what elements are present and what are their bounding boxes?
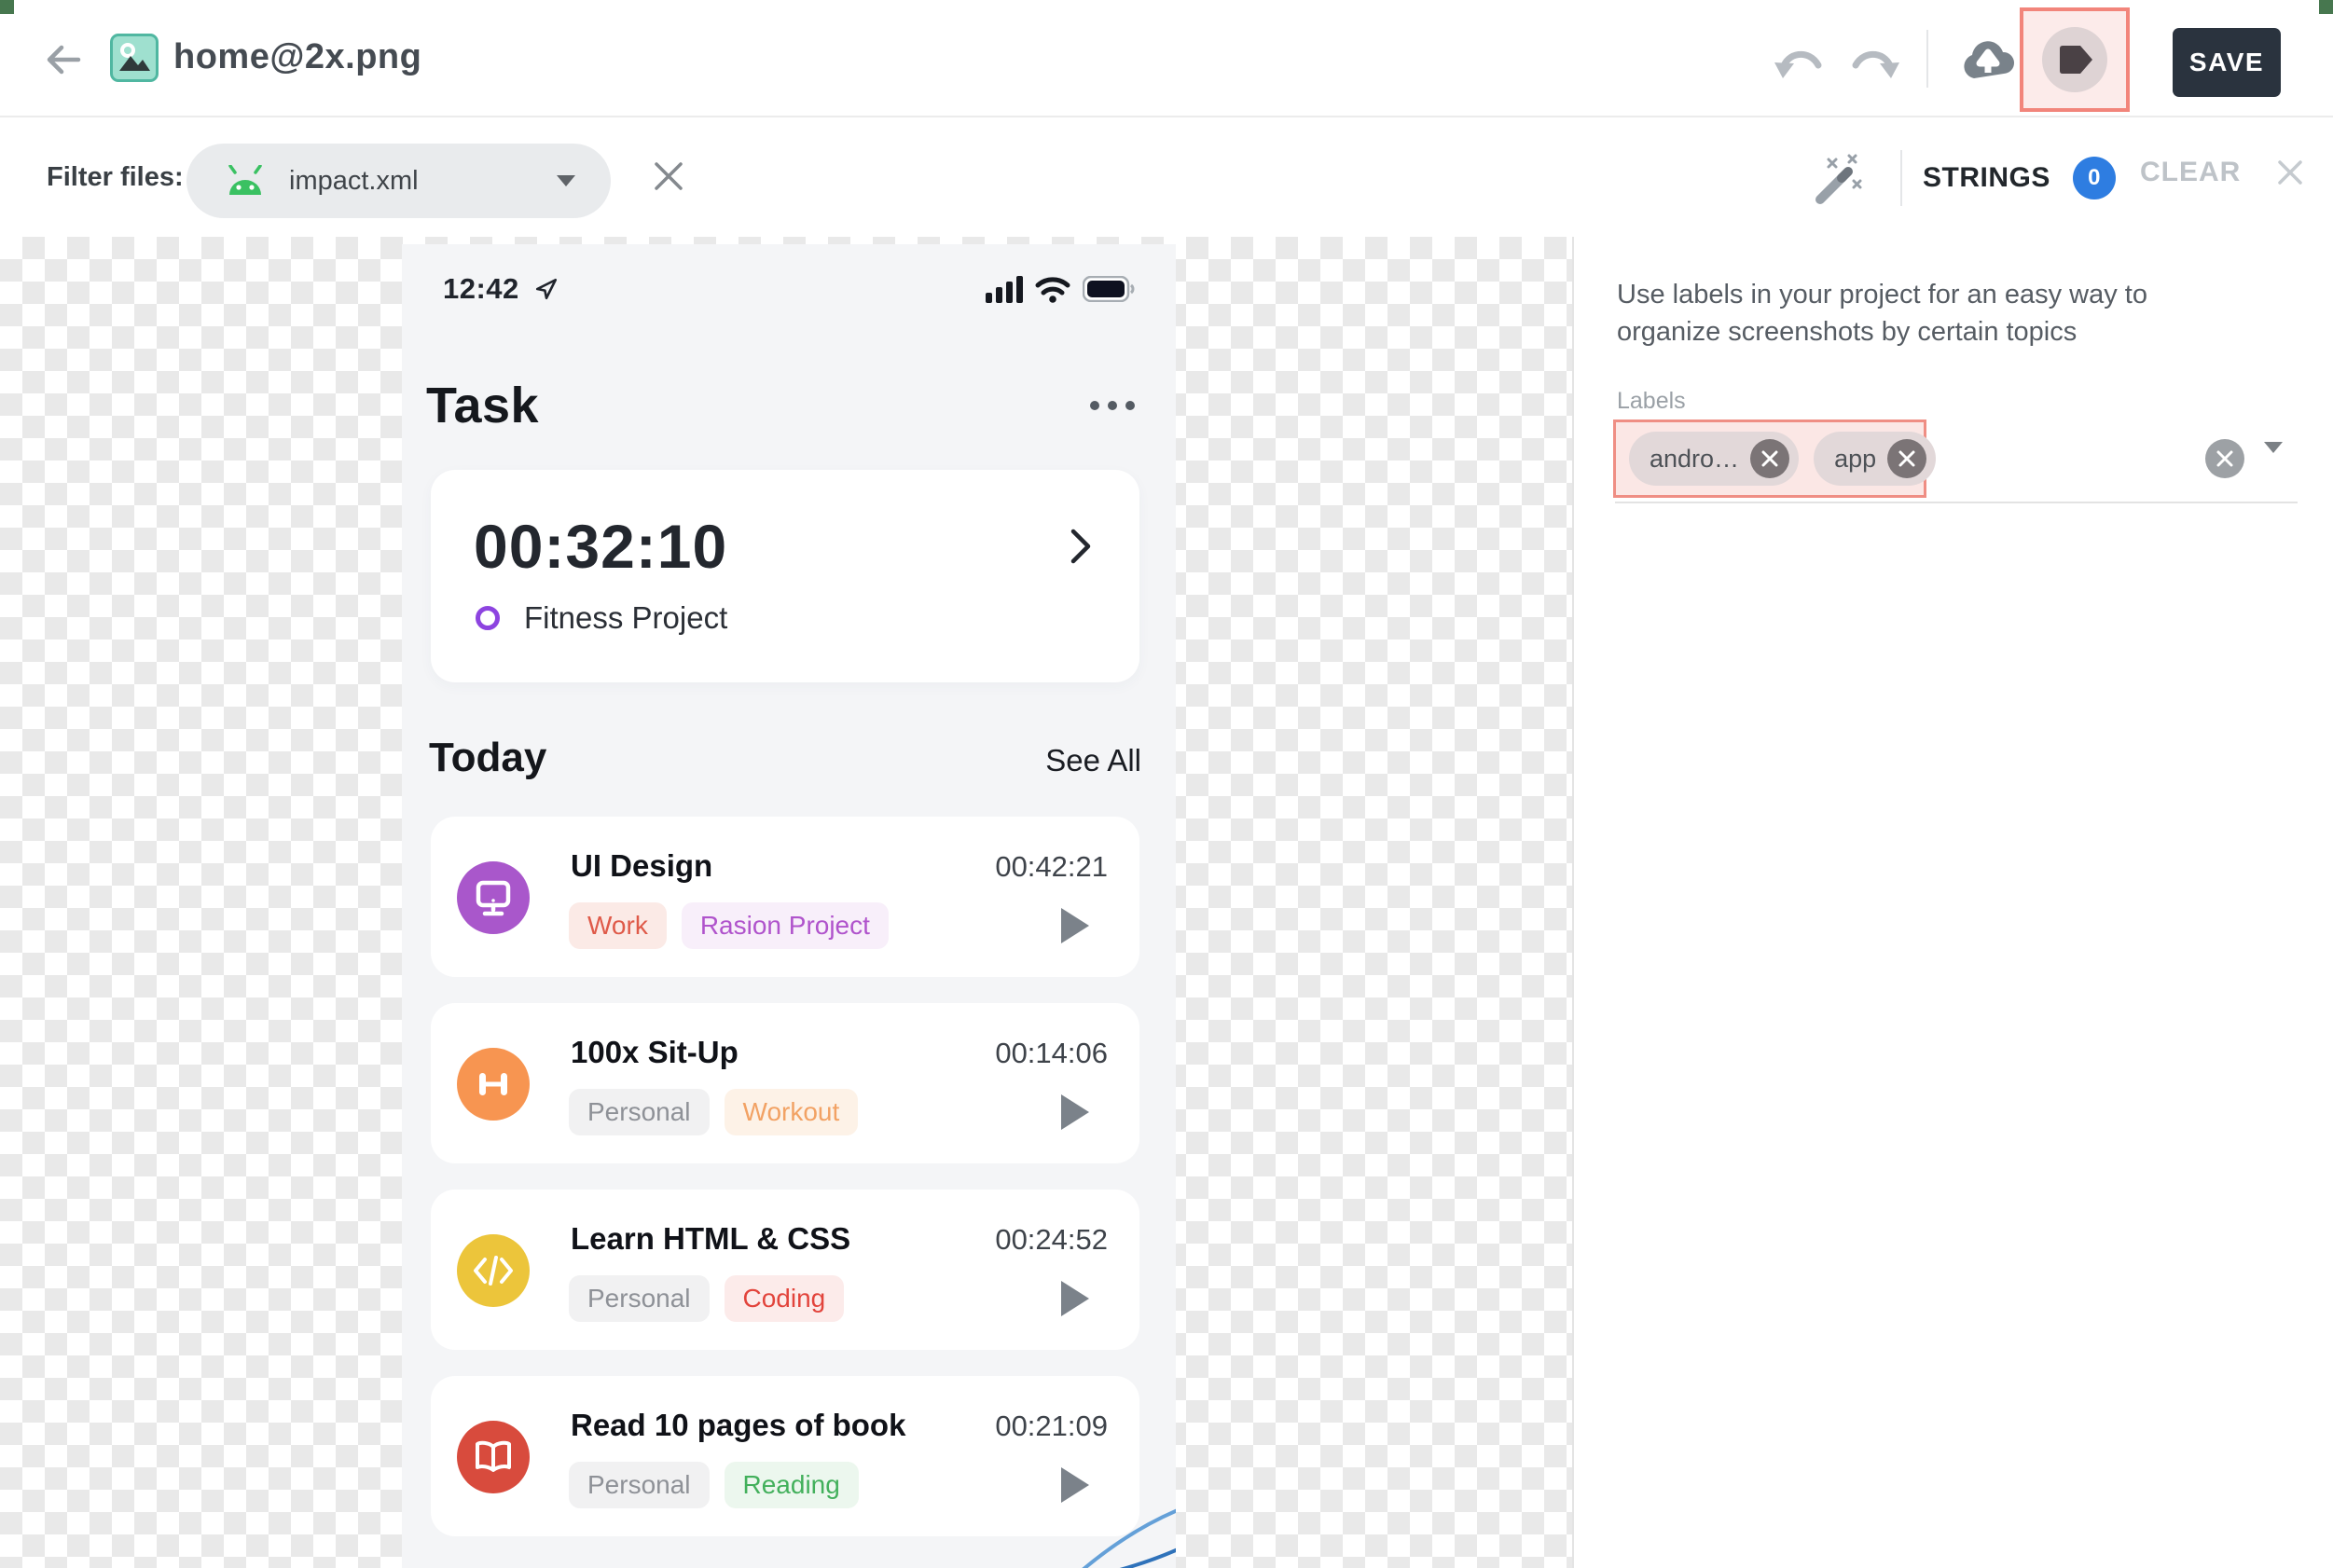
chevron-down-icon [557,175,575,186]
labels-input-underline [1615,502,2298,503]
label-chip-text: andro… [1650,445,1739,474]
editor-canvas[interactable]: 12:42 [0,237,1572,1568]
screen-corner-artifact [0,0,14,14]
play-button [1059,1093,1091,1136]
save-button[interactable]: SAVE [2173,28,2281,97]
today-heading: Today [429,735,546,781]
chevron-down-icon [2264,442,2283,469]
task-title: UI Design [571,848,712,884]
task-time: 00:21:09 [995,1410,1108,1443]
top-bar: home@2x.png [0,0,2333,117]
remove-label-button[interactable] [1887,439,1926,478]
redo-button[interactable] [1848,41,1900,89]
clear-label: CLEAR [2140,157,2241,188]
phone-status-bar: 12:42 [402,268,1176,309]
task-card: 100x Sit-Up 00:14:06 Personal Workout [431,1003,1139,1163]
clear-all-labels-button[interactable] [2205,439,2244,478]
screenshot-editor-window: home@2x.png [0,0,2333,1568]
undo-icon [1774,41,1826,84]
timer-card: 00:32:10 Fitness Project [431,470,1139,682]
toolbar-divider [1900,150,1902,206]
label-chip[interactable]: andro… [1629,432,1799,486]
signal-icon [986,276,1023,303]
wifi-icon [1034,275,1071,303]
labels-dropdown-toggle[interactable] [2264,453,2283,470]
tag-badge: Personal [569,1089,710,1135]
see-all-link: See All [1045,743,1141,778]
close-icon [651,158,686,194]
annotation-highlight: andro… app [1613,420,1926,498]
annotation-highlight [2020,7,2130,112]
task-title: Read 10 pages of book [571,1408,905,1443]
tag-badge: Work [569,902,667,949]
android-icon [224,165,267,197]
magic-wand-icon [1813,153,1865,205]
task-time: 00:24:52 [995,1223,1108,1257]
task-time: 00:42:21 [995,850,1108,884]
dumbbell-icon [457,1048,530,1121]
task-time: 00:14:06 [995,1037,1108,1070]
image-file-icon [110,34,159,82]
page-title: home@2x.png [173,37,421,77]
remove-label-button[interactable] [1750,439,1789,478]
play-button [1059,906,1091,950]
strings-count-badge: 0 [2073,157,2116,199]
filter-bar: Filter files: impact.xml S [0,119,2333,237]
cloud-upload-icon [1960,35,2016,84]
chart-curve-decoration [971,1484,1176,1568]
labels-description: Use labels in your project for an easy w… [1617,276,2242,351]
filter-files-label: Filter files: [47,162,184,193]
labels-field-label: Labels [1617,388,1686,415]
book-icon [457,1421,530,1493]
timer-value: 00:32:10 [474,511,727,582]
tag-badge: Workout [725,1089,859,1135]
location-arrow-icon [534,277,559,301]
strings-tab[interactable]: STRINGS 0 [1923,157,2116,199]
label-tag-icon [2056,45,2093,75]
task-card: Learn HTML & CSS 00:24:52 Personal Codin… [431,1190,1139,1350]
selected-file-name: impact.xml [289,166,419,197]
labels-tool-button[interactable] [2042,27,2107,92]
strings-label: STRINGS [1923,162,2050,194]
close-icon [1760,449,1779,468]
clear-button[interactable]: CLEAR [2140,157,2306,188]
tag-badge: Rasion Project [682,902,889,949]
tag-badge: Personal [569,1462,710,1508]
project-name: Fitness Project [524,600,727,636]
tag-badge: Reading [725,1462,859,1508]
close-icon [1898,449,1916,468]
task-title: Learn HTML & CSS [571,1221,850,1257]
auto-detect-button[interactable] [1813,153,1865,210]
upload-button[interactable] [1960,35,2016,89]
back-button[interactable] [41,37,86,82]
battery-icon [1083,276,1135,302]
undo-button[interactable] [1774,41,1826,89]
close-icon [2274,157,2306,188]
remove-file-filter-button[interactable] [651,158,686,199]
task-card: UI Design 00:42:21 Work Rasion Project [431,817,1139,977]
screenshot-image: 12:42 [402,244,1176,1568]
tag-badge: Personal [569,1275,710,1322]
monitor-icon [457,861,530,934]
toolbar-divider [1926,30,1928,88]
screen-corner-artifact [2319,0,2333,14]
status-time: 12:42 [443,272,519,306]
more-options-icon [1090,401,1152,410]
close-icon [2216,449,2234,468]
chevron-right-icon [1069,528,1093,565]
phone-screen-title: Task [426,377,539,434]
file-filter-dropdown[interactable]: impact.xml [186,144,611,218]
tag-badge: Coding [725,1275,845,1322]
back-arrow-icon [41,37,86,82]
play-button [1059,1279,1091,1323]
redo-icon [1848,41,1900,84]
code-icon [457,1234,530,1307]
task-title: 100x Sit-Up [571,1035,739,1070]
label-chip[interactable]: app [1814,432,1936,486]
project-ring-icon [476,606,500,630]
labels-panel: Use labels in your project for an easy w… [1572,237,2333,1568]
label-chip-text: app [1834,445,1876,474]
